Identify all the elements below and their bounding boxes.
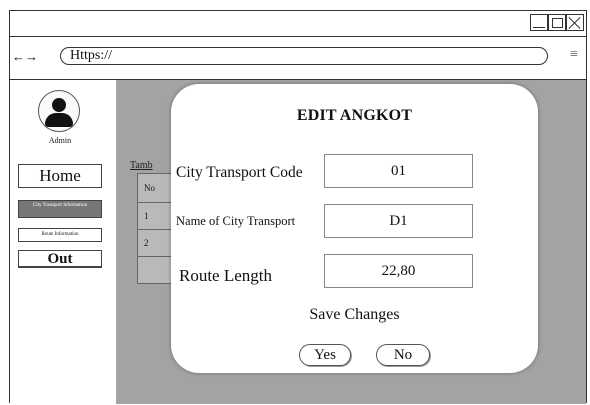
close-icon[interactable] xyxy=(566,14,584,31)
modal-title: EDIT ANGKOT xyxy=(296,107,413,124)
maximize-icon[interactable] xyxy=(548,14,566,31)
city-transport-code-label: City Transport Code xyxy=(176,164,303,181)
address-bar[interactable]: Https:// xyxy=(60,47,548,65)
city-transport-code-input[interactable]: 01 xyxy=(324,154,473,188)
save-changes-prompt: Save Changes xyxy=(309,306,400,323)
route-length-input[interactable]: 22,80 xyxy=(324,254,473,288)
edit-angkot-modal: EDIT ANGKOT City Transport Code 01 Name … xyxy=(171,84,538,373)
sidebar-item-route-information[interactable]: Route Information xyxy=(18,228,102,242)
back-forward-arrows-icon[interactable]: ←→ xyxy=(12,49,38,65)
navigation-bar: ←→ Https:// ≡ xyxy=(10,37,586,80)
url-text: Https:// xyxy=(70,48,113,63)
user-role-label: Admin xyxy=(48,136,72,145)
avatar-icon xyxy=(38,90,80,132)
title-bar xyxy=(10,11,586,37)
sidebar-item-out[interactable]: Out xyxy=(18,250,102,268)
add-link: Tamb xyxy=(130,160,153,171)
minimize-icon[interactable] xyxy=(530,14,548,31)
sidebar-item-city-transport-information[interactable]: City Transport Information xyxy=(18,200,102,218)
name-of-city-transport-label: Name of City Transport xyxy=(176,214,296,228)
name-of-city-transport-input[interactable]: D1 xyxy=(324,204,473,238)
no-button[interactable]: No xyxy=(376,344,430,366)
yes-button[interactable]: Yes xyxy=(299,344,351,366)
hamburger-menu-icon[interactable]: ≡ xyxy=(570,47,582,63)
route-length-label: Route Length xyxy=(179,266,273,285)
sidebar-item-home[interactable]: Home xyxy=(18,164,102,188)
sidebar: Admin Home City Transport Information Ro… xyxy=(10,80,117,404)
